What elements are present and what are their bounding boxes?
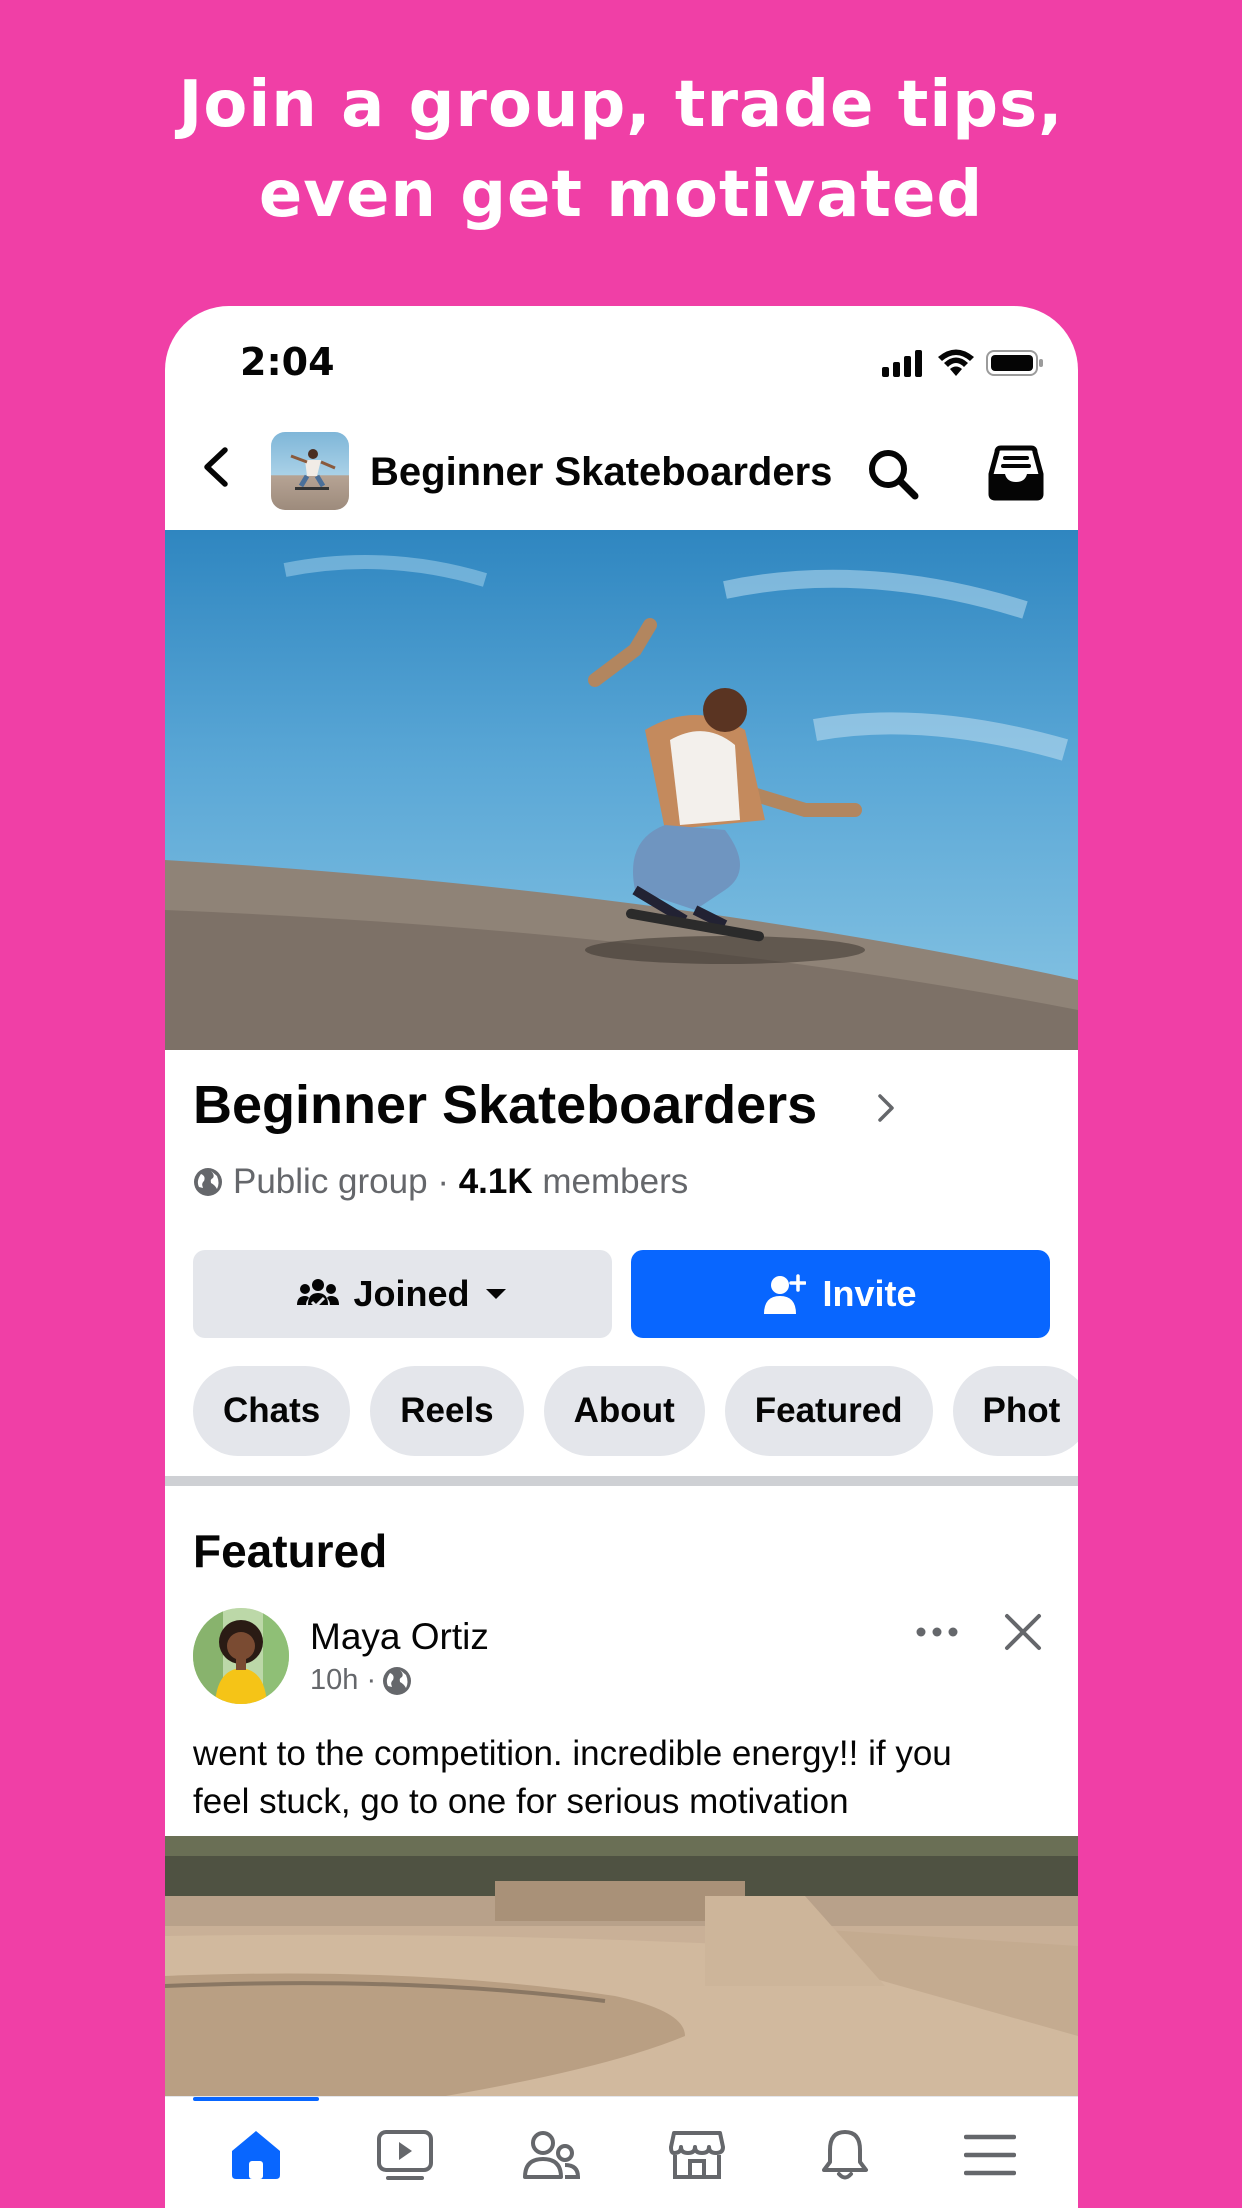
- featured-section-title: Featured: [193, 1525, 388, 1577]
- marketplace-icon: [669, 2131, 725, 2179]
- nav-home[interactable]: [226, 2125, 286, 2185]
- member-count: 4.1K: [458, 1162, 533, 1201]
- cover-skater-image: [165, 555, 1078, 1050]
- back-arrow-icon[interactable]: [193, 442, 243, 492]
- globe-icon: [194, 1168, 222, 1196]
- inbox-icon[interactable]: [987, 444, 1045, 502]
- bell-icon: [822, 2130, 868, 2180]
- chevron-right-icon[interactable]: [870, 1090, 900, 1126]
- group-joined-icon: [297, 1279, 340, 1309]
- public-globe-icon: [383, 1666, 412, 1695]
- menu-icon: [964, 2134, 1016, 2176]
- skater-thumbnail-icon: [290, 449, 336, 490]
- post-author-name[interactable]: Maya Ortiz: [310, 1616, 489, 1658]
- section-divider: [165, 1476, 1078, 1486]
- post-text-line-2: feel stuck, go to one for serious motiva…: [193, 1782, 849, 1821]
- promo-line-1: Join a group, trade tips,: [178, 68, 1064, 142]
- post-time: 10h ·: [310, 1664, 377, 1696]
- groups-icon: [523, 2131, 580, 2179]
- invite-button[interactable]: Invite: [631, 1250, 1050, 1338]
- nav-video[interactable]: [375, 2125, 435, 2185]
- meta-separator: ·: [437, 1162, 449, 1201]
- video-icon: [377, 2130, 433, 2180]
- bottom-navigation: [165, 2096, 1078, 2208]
- joined-label: Joined: [353, 1273, 470, 1314]
- phone-screen: 2:04 Beginner Skateboarders Beginner Ska…: [165, 306, 1078, 2208]
- promo-headline: Join a group, trade tips, even get motiv…: [0, 60, 1242, 240]
- chip-reels[interactable]: Reels: [370, 1366, 524, 1456]
- search-icon[interactable]: [865, 446, 921, 502]
- wifi-icon: [938, 349, 974, 376]
- post-image[interactable]: [165, 1836, 1078, 2128]
- chip-about[interactable]: About: [543, 1366, 705, 1456]
- nav-marketplace[interactable]: [667, 2125, 727, 2185]
- skatepark-photo: [165, 1836, 1078, 2128]
- post-text-line-1: went to the competition. incredible ener…: [193, 1734, 952, 1773]
- home-icon: [232, 2131, 280, 2179]
- chip-photos[interactable]: Phot: [952, 1366, 1078, 1456]
- members-label: members: [542, 1162, 689, 1201]
- group-tabs: Chats Reels About Featured Phot: [193, 1366, 1078, 1456]
- more-options-icon[interactable]: [913, 1622, 961, 1642]
- close-icon[interactable]: [1003, 1612, 1043, 1652]
- nav-groups[interactable]: [521, 2125, 581, 2185]
- header-group-name[interactable]: Beginner Skateboarders: [370, 450, 832, 495]
- group-header-bar: Beginner Skateboarders: [165, 406, 1078, 530]
- caret-down-icon: [485, 1289, 506, 1299]
- status-time: 2:04: [240, 340, 335, 384]
- battery-icon: [986, 350, 1043, 376]
- group-avatar[interactable]: [271, 432, 349, 510]
- privacy-label: Public group: [233, 1162, 428, 1201]
- cellular-signal-icon: [882, 350, 922, 377]
- post-meta: 10h ·: [310, 1664, 412, 1697]
- add-person-icon: [764, 1274, 807, 1314]
- status-icons: [882, 348, 1044, 378]
- joined-button[interactable]: Joined: [193, 1250, 612, 1338]
- nav-notifications[interactable]: [815, 2125, 875, 2185]
- chip-chats[interactable]: Chats: [193, 1366, 351, 1456]
- group-cover-photo[interactable]: [165, 530, 1078, 1050]
- invite-label: Invite: [822, 1273, 917, 1314]
- active-tab-indicator: [193, 2097, 319, 2101]
- promo-line-2: even get motivated: [258, 158, 984, 232]
- status-bar: 2:04: [165, 306, 1078, 406]
- group-title[interactable]: Beginner Skateboarders: [193, 1074, 817, 1136]
- author-avatar[interactable]: [193, 1608, 289, 1704]
- author-photo: [193, 1608, 289, 1704]
- nav-menu[interactable]: [960, 2125, 1020, 2185]
- chip-featured[interactable]: Featured: [724, 1366, 933, 1456]
- group-meta: Public group · 4.1K members: [193, 1162, 688, 1202]
- post-text: went to the competition. incredible ener…: [193, 1730, 1053, 1826]
